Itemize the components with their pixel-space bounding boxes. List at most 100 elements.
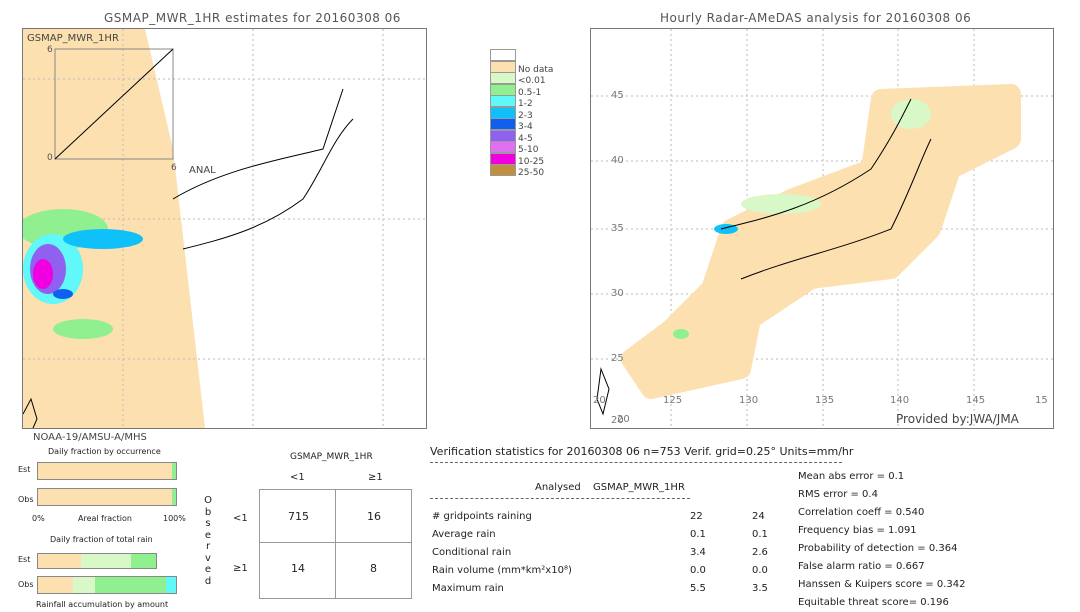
obs-label: Obs xyxy=(18,580,34,589)
right-map-title: Hourly Radar-AMeDAS analysis for 2016030… xyxy=(660,11,972,25)
axis-mid: Areal fraction xyxy=(78,514,132,523)
stat-est: 24 xyxy=(752,511,765,522)
legend-label: <0.01 xyxy=(518,76,546,86)
col-header: ≥1 xyxy=(368,472,383,483)
stat-label: Maximum rain xyxy=(432,583,504,594)
cell-hit-none: 715 xyxy=(288,510,309,523)
score: Probability of detection = 0.364 xyxy=(798,543,958,554)
legend-swatch xyxy=(490,106,516,119)
stat-analysed: 22 xyxy=(690,511,703,522)
total-rain-footer: Rainfall accumulation by amount xyxy=(36,600,169,609)
cell-false-alarm: 16 xyxy=(367,510,381,523)
inset-x-tick: 6 xyxy=(171,163,177,173)
legend-swatch xyxy=(490,49,516,61)
observed-letter: e xyxy=(204,564,212,575)
legend-swatch xyxy=(490,164,516,176)
legend-label: 5-10 xyxy=(518,145,539,155)
taiwan-coastline xyxy=(596,367,610,416)
occurrence-title: Daily fraction by occurrence xyxy=(48,447,161,456)
obs-occurrence-bar xyxy=(37,488,177,506)
obs-rain-segment xyxy=(172,489,176,505)
legend-swatch xyxy=(490,60,516,73)
lon-tick: 15 xyxy=(1035,395,1048,406)
total-rain-title: Daily fraction of total rain xyxy=(50,535,153,544)
right-map: 45 40 35 30 25 20 125 130 135 140 145 15 20 20 Provid… xyxy=(590,28,1054,429)
lon-tick: 145 xyxy=(966,395,986,406)
left-map-canvas xyxy=(18,29,426,429)
legend-label: 2-3 xyxy=(518,110,533,121)
legend-swatch xyxy=(490,83,516,96)
cell-hit: 8 xyxy=(370,562,377,575)
stat-analysed: 5.5 xyxy=(690,583,706,594)
legend-label: 3-4 xyxy=(518,122,533,132)
contingency-table: 715 16 14 8 xyxy=(259,489,412,599)
est-label: Est xyxy=(18,555,31,564)
legend-swatch xyxy=(490,95,516,107)
lat-tick: 30 xyxy=(611,288,624,299)
legend-label: 1-2 xyxy=(518,99,533,109)
rain-patch xyxy=(741,194,821,214)
score: Correlation coeff = 0.540 xyxy=(798,507,925,518)
obs-total-rain-bar xyxy=(37,576,177,594)
corner-label: 20 xyxy=(593,395,606,406)
lon-tick: 140 xyxy=(890,395,910,406)
legend-label: 10-25 xyxy=(518,156,545,167)
legend-label: No data xyxy=(518,64,554,75)
axis-right: 100% xyxy=(163,514,186,523)
stat-est: 3.5 xyxy=(752,583,768,594)
axis-left: 0% xyxy=(32,514,45,523)
observed-letter: b xyxy=(204,506,212,518)
observed-label: Observed xyxy=(203,495,213,587)
corner-label: 20 xyxy=(617,414,630,425)
est-occurrence-bar xyxy=(37,462,177,480)
legend-swatch xyxy=(490,118,516,130)
col-header: <1 xyxy=(290,472,305,483)
row-header: ≥1 xyxy=(233,563,248,574)
stat-label: # gridpoints raining xyxy=(432,511,532,522)
stat-label: Conditional rain xyxy=(432,547,512,558)
sensor-label: NOAA-19/AMSU-A/MHS xyxy=(33,432,147,443)
observed-letter: s xyxy=(205,518,211,529)
est-rain-segment xyxy=(172,463,176,479)
est-total-rain-bar xyxy=(37,553,157,569)
lat-tick: 25 xyxy=(611,353,624,364)
lat-tick: 45 xyxy=(611,90,624,101)
lon-tick: 130 xyxy=(739,395,759,406)
obs-label: Obs xyxy=(18,495,34,504)
lat-tick: 40 xyxy=(611,155,624,166)
right-map-canvas xyxy=(591,29,1053,428)
left-map: GSMAP_MWR_1HR ANAL 0 6 6 xyxy=(18,28,427,429)
legend-swatch xyxy=(490,152,516,165)
row-header: <1 xyxy=(233,513,248,524)
score: Equitable threat score= 0.196 xyxy=(798,597,949,608)
radar-coverage xyxy=(621,84,1021,399)
col-est: GSMAP_MWR_1HR xyxy=(593,482,685,493)
score: False alarm ratio = 0.667 xyxy=(798,561,925,572)
legend-label: 4-5 xyxy=(518,133,533,144)
score: Frequency bias = 1.091 xyxy=(798,525,917,536)
cell-miss: 14 xyxy=(291,562,305,575)
stats-header: Verification statistics for 20160308 06 … xyxy=(430,445,854,458)
credit-label: Provided by:JWA/JMA xyxy=(896,412,1019,426)
left-map-title: GSMAP_MWR_1HR estimates for 20160308 06 xyxy=(104,11,401,25)
observed-letter: d xyxy=(204,575,212,587)
legend-swatch xyxy=(490,72,516,84)
score: RMS error = 0.4 xyxy=(798,489,878,500)
stat-analysed: 3.4 xyxy=(690,547,706,558)
stat-analysed: 0.1 xyxy=(690,529,706,540)
score: Hanssen & Kuipers score = 0.342 xyxy=(798,579,966,590)
inset-y-tick: 6 xyxy=(47,45,53,55)
legend-label: 0.5-1 xyxy=(518,87,542,98)
rain-patch xyxy=(673,329,689,339)
est-label: Est xyxy=(18,465,31,474)
observed-letter: O xyxy=(204,495,212,506)
stat-est: 0.1 xyxy=(752,529,768,540)
col-analysed: Analysed xyxy=(535,482,581,493)
observed-letter: e xyxy=(204,529,212,541)
anal-label: ANAL xyxy=(189,165,216,176)
stat-label: Rain volume (mm*km²x10⁸) xyxy=(432,565,572,576)
legend-label: 25-50 xyxy=(518,168,545,178)
observed-letter: v xyxy=(205,552,211,564)
legend-swatch xyxy=(490,129,516,142)
rain-patch xyxy=(891,99,931,129)
